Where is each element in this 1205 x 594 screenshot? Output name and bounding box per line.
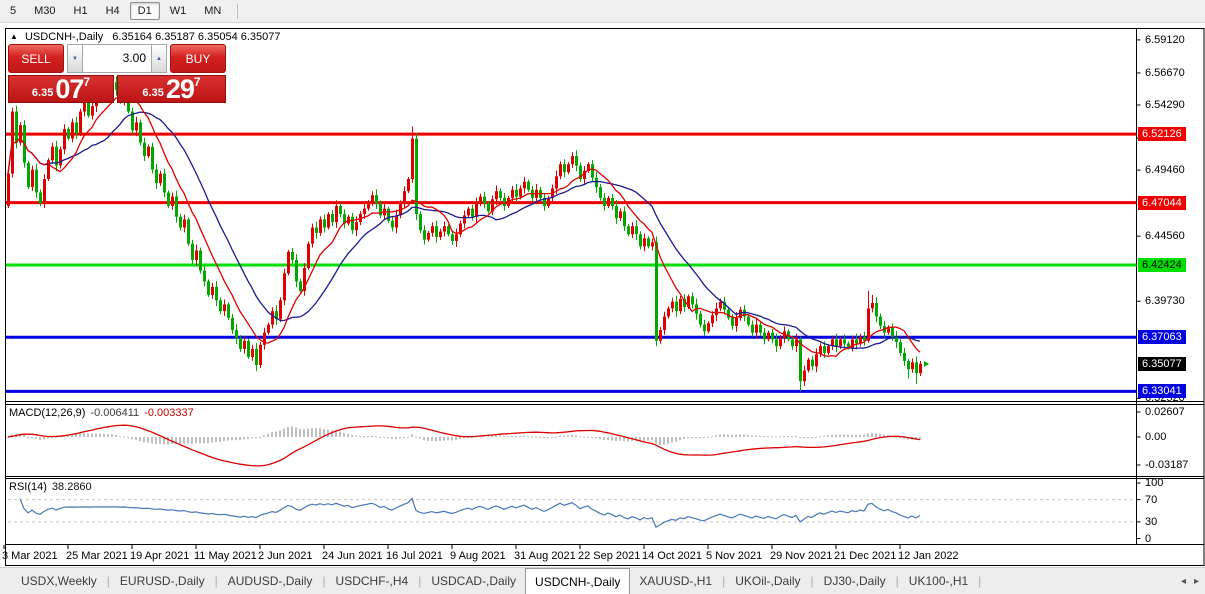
toolbar-divider [237,3,239,19]
date-axis-label: 11 May 2021 [194,550,257,562]
tab-scroll-left-icon[interactable]: ◂ [1181,576,1186,587]
tab-scroll-arrows: ◂ ▸ [1181,568,1199,594]
chart-ohlc-values: 6.35164 6.35187 6.35054 6.35077 [112,31,281,43]
sell-price-big: 07 [55,74,84,104]
date-axis-label: 29 Nov 2021 [770,550,833,562]
tab-audusd-daily[interactable]: AUDUSD-,Daily [219,568,322,594]
buy-price-big: 29 [165,74,195,104]
tab-usdx-weekly[interactable]: USDX,Weekly [12,568,106,594]
tab-usdcnh-daily[interactable]: USDCNH-,Daily [525,568,631,594]
chart-symbol-label: USDCNH-,Daily [24,31,104,43]
buy-price-prefix: 6.35 [142,87,164,99]
rsi-axis-tick: 30 [1145,515,1158,528]
macd-axis-tick: 0.00 [1145,431,1167,443]
price-level-badge: 6.52126 [1138,127,1186,142]
collapse-arrow-icon[interactable]: ▲ [10,32,18,41]
macd-value-signal: -0.003337 [144,407,194,419]
volume-stepper: ▼ 3.00 ▲ [67,44,167,73]
tab-ukoil-daily[interactable]: UKOil-,Daily [726,568,809,594]
tab-separator: | [978,574,982,588]
date-axis-label: 24 Jun 2021 [322,550,383,562]
buy-button[interactable]: BUY [170,44,226,73]
macd-axis-tick: 0.02607 [1145,406,1185,418]
price-level-badge: 6.35077 [1138,356,1186,371]
timeframe-button-h4[interactable]: H4 [98,2,128,20]
timeframe-button-m30[interactable]: M30 [26,2,63,20]
rsi-axis-tick: 100 [1145,477,1164,489]
buy-price-panel[interactable]: 6.35 29 7 [117,75,226,103]
date-axis-label: 3 Mar 2021 [2,550,58,562]
tab-usdcad-daily[interactable]: USDCAD-,Daily [422,568,525,594]
price-axis-tick: 6.56670 [1145,66,1185,79]
date-axis-label: 19 Apr 2021 [130,550,190,562]
rsi-value: 38.2860 [51,481,92,493]
timeframe-button-m5[interactable]: 5 [2,2,24,20]
date-axis-label: 22 Sep 2021 [578,550,641,562]
date-axis-label: 31 Aug 2021 [514,550,576,562]
date-axis-label: 9 Aug 2021 [450,550,506,562]
sell-price-sup: 7 [83,75,91,89]
date-axis-label: 16 Jul 2021 [386,550,443,562]
macd-name: MACD(12,26,9) [9,407,86,419]
timeframe-toolbar: 5 M30 H1 H4 D1 W1 MN [0,0,1205,23]
trading-terminal: { "toolbar": { "timeframes": [ {"label":… [0,0,1205,594]
sell-button[interactable]: SELL [8,44,64,73]
volume-decrease-button[interactable]: ▼ [67,44,83,73]
sell-price-prefix: 6.35 [31,87,54,99]
tab-uk100-h1[interactable]: UK100-,H1 [900,568,977,594]
rsi-axis-tick: 70 [1145,493,1158,506]
volume-increase-button[interactable]: ▲ [151,44,167,73]
rsi-name: RSI(14) [9,481,47,493]
price-level-badge: 6.42424 [1138,257,1186,272]
tab-scroll-right-icon[interactable]: ▸ [1194,576,1199,587]
sell-price-panel[interactable]: 6.35 07 7 [8,75,114,103]
price-axis-tick: 6.59120 [1145,33,1185,46]
timeframe-button-w1[interactable]: W1 [162,2,195,20]
rsi-axis-tick: 0 [1145,532,1152,545]
price-level-badge: 6.37063 [1138,330,1186,345]
volume-input[interactable]: 3.00 [83,44,151,73]
date-axis-label: 5 Nov 2021 [706,550,763,562]
date-axis-label: 25 Mar 2021 [66,550,128,562]
symbol-tab-bar: USDX,Weekly | EURUSD-,Daily | AUDUSD-,Daily |… [0,567,1205,594]
macd-value-main: -0.006411 [90,407,140,419]
price-axis-tick: 6.44560 [1145,230,1185,243]
tab-eurusd-daily[interactable]: EURUSD-,Daily [111,568,214,594]
date-axis-label: 2 Jun 2021 [258,550,313,562]
tab-usdchf-h4[interactable]: USDCHF-,H4 [327,568,418,594]
tab-dj30-daily[interactable]: DJ30-,Daily [815,568,895,594]
buy-price-sup: 7 [193,75,201,89]
macd-label: MACD(12,26,9) -0.006411 -0.003337 [9,407,194,419]
timeframe-button-d1[interactable]: D1 [129,2,160,20]
rsi-label: RSI(14) 38.2860 [9,481,92,493]
price-axis-tick: 6.54290 [1145,99,1185,111]
tab-xauusd-h1[interactable]: XAUUSD-,H1 [630,568,721,594]
price-level-badge: 6.47044 [1138,195,1186,210]
date-axis-label: 14 Oct 2021 [642,550,702,562]
price-level-badge: 6.33041 [1138,384,1186,399]
date-axis-label: 12 Jan 2022 [898,550,959,562]
date-axis-label: 21 Dec 2021 [834,550,897,562]
chart-title: ▲ USDCNH-,Daily 6.35164 6.35187 6.35054 … [10,31,281,43]
price-axis-tick: 6.39730 [1145,295,1185,308]
macd-axis-tick: -0.03187 [1145,459,1189,471]
price-axis-tick: 6.49460 [1145,164,1185,177]
one-click-trade-panel: SELL ▼ 3.00 ▲ BUY 6.35 07 7 6.35 29 7 [8,44,226,103]
timeframe-button-mn[interactable]: MN [196,2,229,20]
timeframe-button-h1[interactable]: H1 [66,2,96,20]
